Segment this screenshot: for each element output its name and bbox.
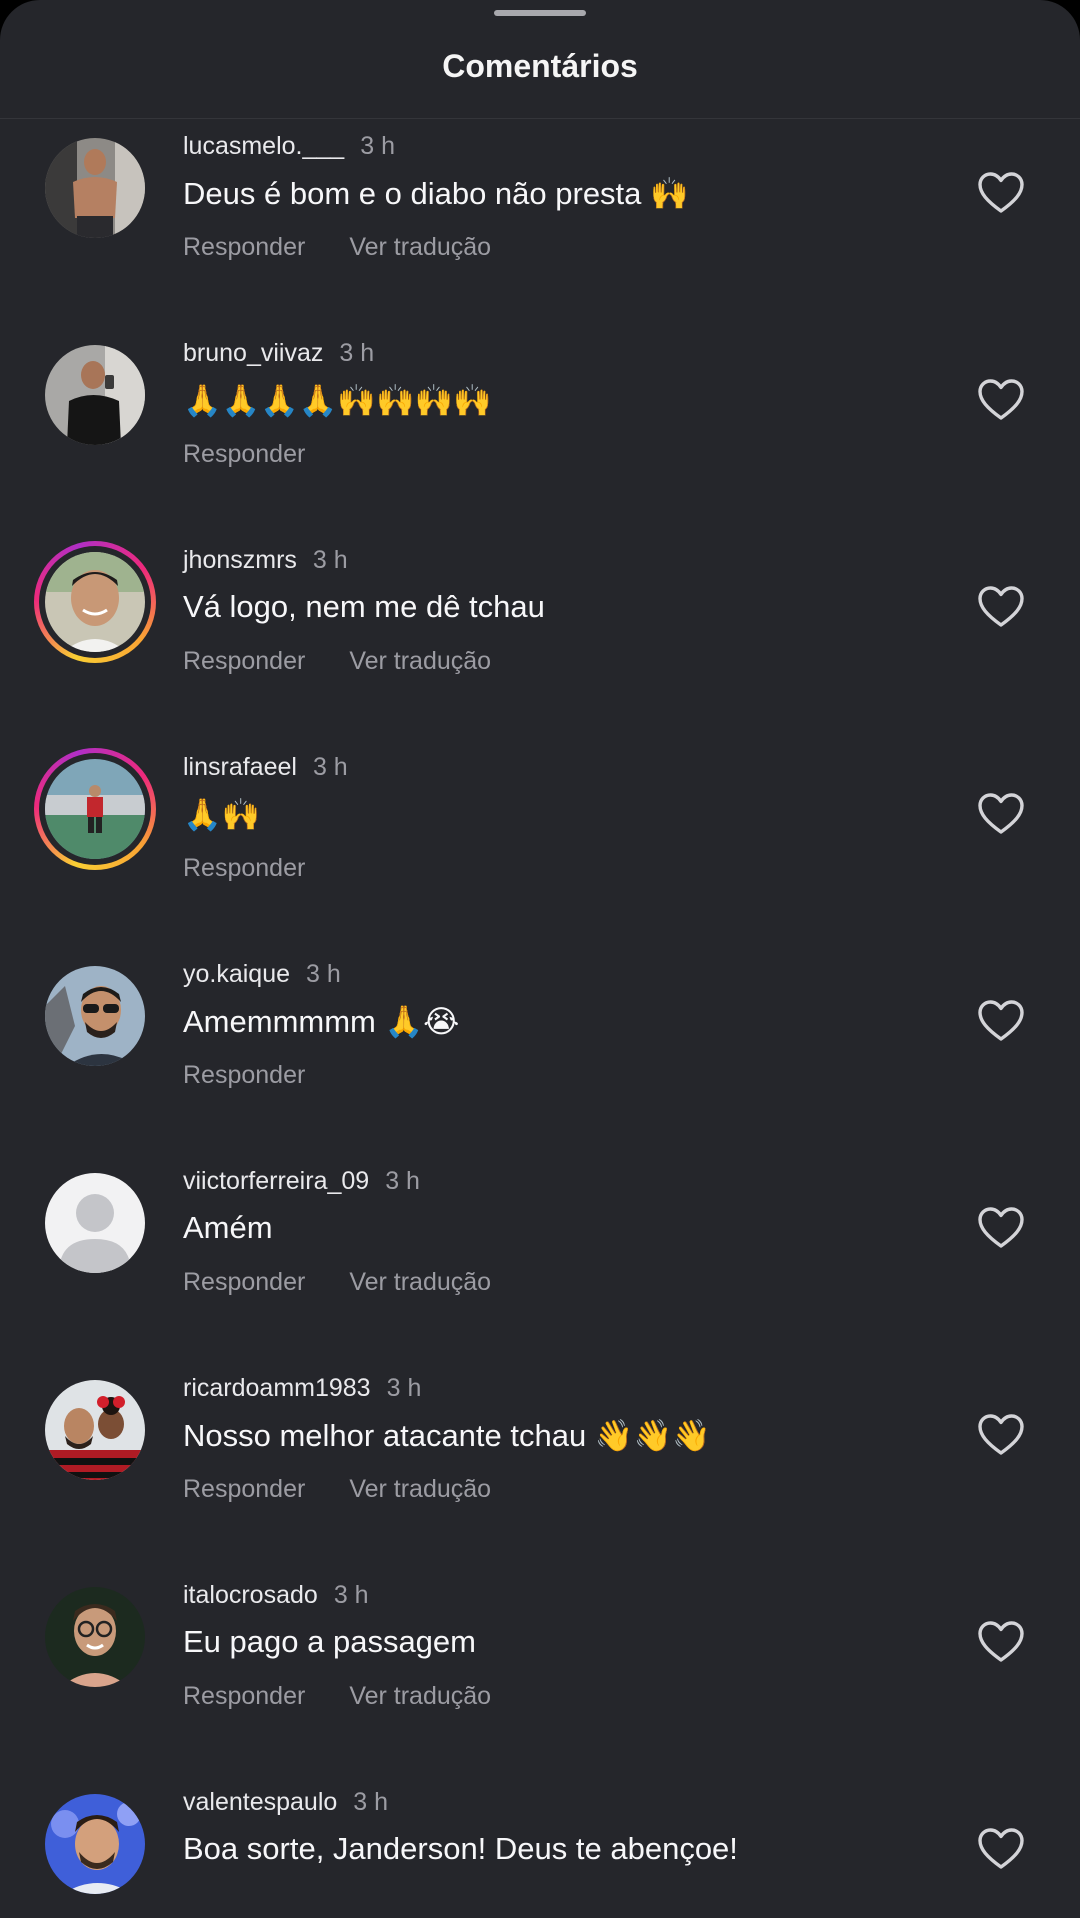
username[interactable]: bruno_viivaz — [183, 339, 323, 367]
timestamp: 3 h — [353, 1788, 389, 1816]
comment-actions: Responder Ver tradução — [183, 647, 491, 676]
heart-outline-icon[interactable] — [977, 171, 1025, 215]
avatar[interactable] — [45, 966, 145, 1066]
heart-outline-icon[interactable] — [977, 1206, 1025, 1250]
username[interactable]: jhonszmrs — [183, 546, 297, 574]
default-user-icon — [45, 1173, 145, 1273]
translate-button[interactable]: Ver tradução — [349, 647, 491, 675]
comment-meta: valentespaulo 3 h — [183, 1788, 388, 1818]
timestamp: 3 h — [306, 960, 341, 988]
comment-item: jhonszmrs 3 h Vá logo, nem me dê tchau Re… — [0, 533, 1080, 740]
comment-text: 🙏🙏🙏🙏🙌🙌🙌🙌 — [183, 383, 492, 418]
page-title: Comentários — [442, 48, 638, 84]
comment-item: viictorferreira_09 3 h Amém Responder Ver … — [0, 1154, 1080, 1361]
heart-outline-icon[interactable] — [977, 1620, 1025, 1664]
username[interactable]: viictorferreira_09 — [183, 1167, 369, 1195]
reply-button[interactable]: Responder — [183, 1061, 305, 1089]
timestamp: 3 h — [339, 339, 375, 367]
comment-meta: italocrosado 3 h — [183, 1581, 369, 1611]
comment-actions: Responder — [183, 1061, 305, 1090]
comment-list[interactable]: lucasmelo.___ 3 h Deus é bom e o diabo nã… — [0, 119, 1080, 1918]
avatar[interactable] — [45, 1173, 145, 1273]
comment-item: linsrafaeel 3 h 🙏🙌 Responder — [0, 740, 1080, 947]
reply-button[interactable]: Responder — [183, 233, 305, 261]
comment-text: 🙏🙌 — [183, 797, 261, 832]
sheet-header: Comentários — [0, 0, 1080, 119]
comment-actions: Responder — [183, 440, 305, 469]
comment-actions: Responder Ver tradução — [183, 1682, 491, 1711]
translate-button[interactable]: Ver tradução — [349, 1682, 491, 1710]
reply-button[interactable]: Responder — [183, 440, 305, 468]
comment-meta: linsrafaeel 3 h — [183, 753, 348, 783]
username[interactable]: linsrafaeel — [183, 753, 297, 781]
comment-actions: Responder Ver tradução — [183, 233, 491, 262]
translate-button[interactable]: Ver tradução — [349, 1268, 491, 1296]
username[interactable]: lucasmelo.___ — [183, 132, 344, 160]
translate-button[interactable]: Ver tradução — [349, 233, 491, 261]
avatar[interactable] — [45, 1380, 145, 1480]
timestamp: 3 h — [333, 1581, 369, 1609]
comment-actions: Responder Ver tradução — [183, 1268, 491, 1297]
avatar[interactable] — [45, 345, 145, 445]
username[interactable]: italocrosado — [183, 1581, 318, 1609]
reply-button[interactable]: Responder — [183, 1682, 305, 1710]
reply-button[interactable]: Responder — [183, 1268, 305, 1296]
avatar[interactable] — [45, 1587, 145, 1687]
comment-text: Amemmmmm 🙏😭 — [183, 1004, 460, 1039]
timestamp: 3 h — [360, 132, 395, 160]
timestamp: 3 h — [312, 546, 348, 574]
comment-text: Deus é bom e o diabo não presta 🙌 — [183, 176, 689, 211]
comment-item: valentespaulo 3 h Boa sorte, Janderson! D… — [0, 1775, 1080, 1918]
comment-item: italocrosado 3 h Eu pago a passagem Respo… — [0, 1568, 1080, 1775]
reply-button[interactable]: Responder — [183, 854, 305, 882]
avatar[interactable] — [34, 748, 156, 870]
username[interactable]: ricardoamm1983 — [183, 1374, 371, 1402]
comment-item: lucasmelo.___ 3 h Deus é bom e o diabo nã… — [0, 119, 1080, 326]
heart-outline-icon[interactable] — [977, 1413, 1025, 1457]
username[interactable]: yo.kaique — [183, 960, 290, 988]
avatar[interactable] — [34, 541, 156, 663]
comment-meta: bruno_viivaz 3 h — [183, 339, 374, 369]
avatar[interactable] — [45, 1794, 145, 1894]
comment-text: Amém — [183, 1210, 273, 1245]
heart-outline-icon[interactable] — [977, 378, 1025, 422]
timestamp: 3 h — [386, 1374, 422, 1402]
heart-outline-icon[interactable] — [977, 1827, 1025, 1871]
comment-item: ricardoamm1983 3 h Nosso melhor atacante … — [0, 1361, 1080, 1568]
comment-meta: yo.kaique 3 h — [183, 960, 341, 990]
heart-outline-icon[interactable] — [977, 585, 1025, 629]
comment-text: Vá logo, nem me dê tchau — [183, 589, 545, 624]
reply-button[interactable]: Responder — [183, 647, 305, 675]
username[interactable]: valentespaulo — [183, 1788, 337, 1816]
reply-button[interactable]: Responder — [183, 1475, 305, 1503]
comment-item: yo.kaique 3 h Amemmmmm 🙏😭 Responder — [0, 947, 1080, 1154]
comment-text: Boa sorte, Janderson! Deus te abençoe! — [183, 1831, 738, 1866]
comment-text: Nosso melhor atacante tchau 👋👋👋 — [183, 1418, 711, 1453]
comment-meta: jhonszmrs 3 h — [183, 546, 348, 576]
comment-text: Eu pago a passagem — [183, 1624, 476, 1659]
timestamp: 3 h — [312, 753, 348, 781]
comment-actions: Responder — [183, 854, 305, 883]
heart-outline-icon[interactable] — [977, 792, 1025, 836]
translate-button[interactable]: Ver tradução — [349, 1475, 491, 1503]
timestamp: 3 h — [385, 1167, 420, 1195]
avatar[interactable] — [45, 138, 145, 238]
heart-outline-icon[interactable] — [977, 999, 1025, 1043]
comment-meta: viictorferreira_09 3 h — [183, 1167, 420, 1197]
comments-sheet: Comentários lucasmelo.___ 3 h Deus é bom… — [0, 0, 1080, 1918]
comment-meta: lucasmelo.___ 3 h — [183, 132, 395, 162]
comment-meta: ricardoamm1983 3 h — [183, 1374, 421, 1404]
comment-actions: Responder Ver tradução — [183, 1475, 491, 1504]
comment-item: bruno_viivaz 3 h 🙏🙏🙏🙏🙌🙌🙌🙌 Responder — [0, 326, 1080, 533]
